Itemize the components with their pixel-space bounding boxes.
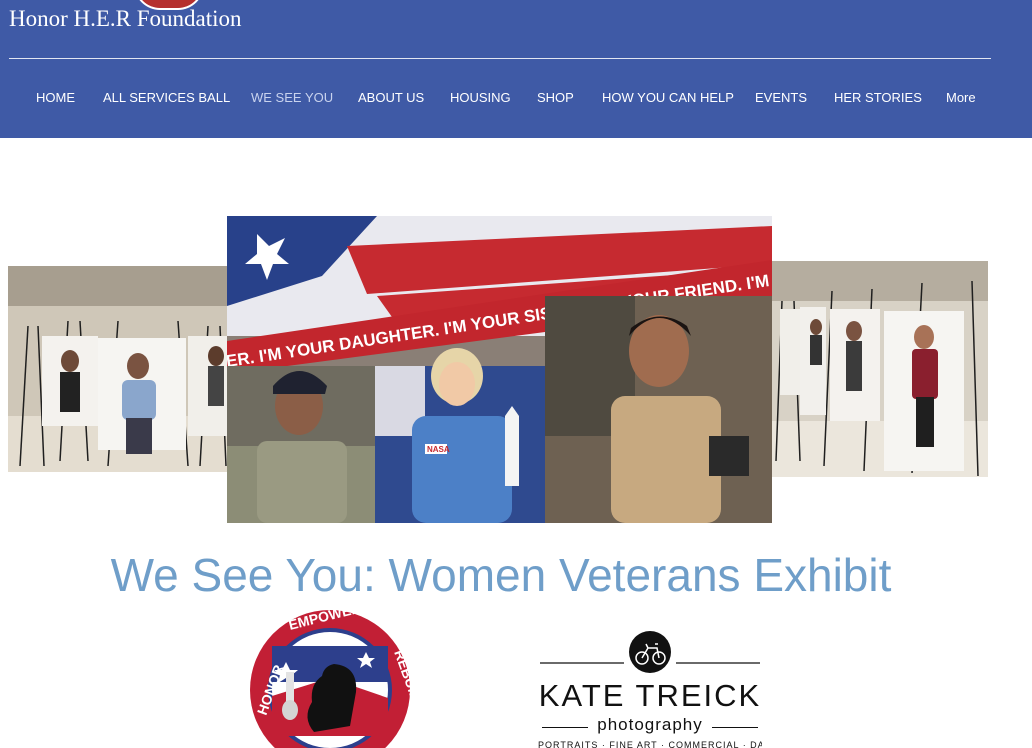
page-heading: We See You: Women Veterans Exhibit [110,549,892,601]
nav-shop[interactable]: SHOP [537,90,574,105]
nasa-badge: NASA [427,445,450,454]
nav-how-you-can-help[interactable]: HOW YOU CAN HELP [602,90,734,105]
exhibit-photo-right[interactable] [772,261,988,477]
exhibit-photo-left[interactable] [8,266,227,472]
empower-logo[interactable]: HONOR EMPOWER REBUILD [246,606,414,748]
main-nav: HOME ALL SERVICES BALL WE SEE YOU ABOUT … [0,90,1032,110]
nav-we-see-you[interactable]: WE SEE YOU [251,90,333,105]
kate-treick-name: KATE TREICK [538,678,762,713]
kate-treick-logo[interactable]: KATE TREICK photography PORTRAITS · FINE… [538,630,762,748]
kate-treick-subtitle: photography [597,715,703,734]
nav-about-us[interactable]: ABOUT US [358,90,424,105]
nav-home[interactable]: HOME [36,90,75,105]
header-divider [9,58,991,59]
nav-housing[interactable]: HOUSING [450,90,511,105]
site-header: Honor H.E.R Foundation HOME ALL SERVICES… [0,0,1032,138]
nav-her-stories[interactable]: HER STORIES [834,90,922,105]
kate-divider-right [712,727,758,728]
site-title[interactable]: Honor H.E.R Foundation [9,6,242,32]
kate-treick-tagline: PORTRAITS · FINE ART · COMMERCIAL · DANC… [538,740,762,748]
exhibit-banner-photo[interactable]: ER. I'M YOUR DAUGHTER. I'M YOUR SISTER. … [227,216,772,523]
nav-more[interactable]: More [946,90,976,105]
nav-all-services-ball[interactable]: ALL SERVICES BALL [103,90,230,105]
bicycle-icon [540,631,760,673]
nav-events[interactable]: EVENTS [755,90,807,105]
